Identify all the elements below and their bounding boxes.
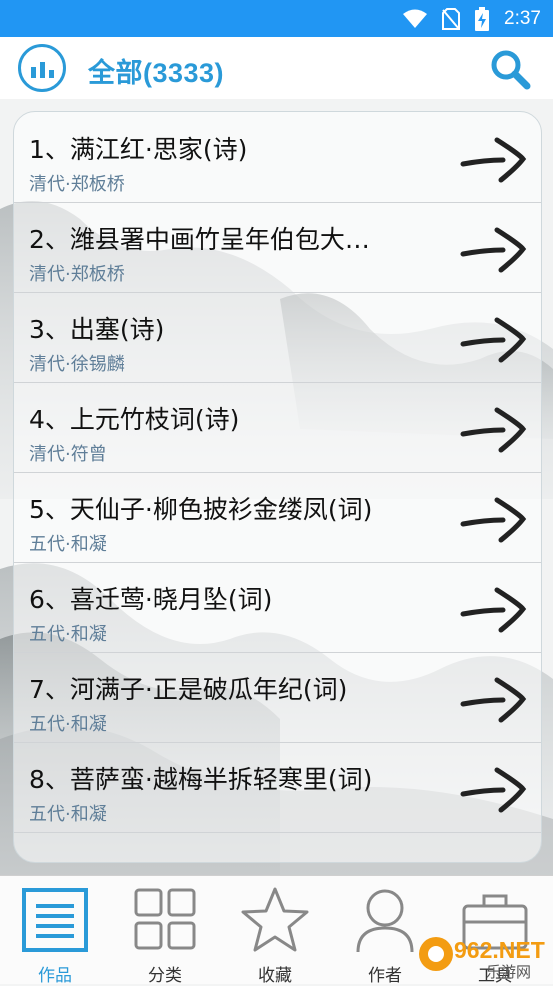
list-item[interactable]: 3、出塞(诗) 清代·徐锡麟 — [14, 292, 541, 383]
watermark-brand: 962.NET — [454, 937, 545, 963]
arrow-right-icon — [460, 767, 527, 813]
poem-author: 清代·郑板桥 — [29, 264, 125, 285]
stats-button[interactable] — [18, 44, 66, 92]
poem-title: 2、潍县署中画竹呈年伯包大… — [29, 225, 370, 254]
wifi-icon — [403, 9, 428, 28]
poem-author: 五代·和凝 — [29, 714, 107, 735]
status-time: 2:37 — [504, 7, 541, 29]
arrow-right-icon — [460, 317, 527, 363]
search-icon[interactable] — [487, 46, 533, 92]
page-title: 全部(3333) — [88, 58, 225, 88]
grid-icon — [134, 888, 196, 950]
arrow-right-icon — [460, 227, 527, 273]
list-item[interactable]: 2、潍县署中画竹呈年伯包大… 清代·郑板桥 — [14, 202, 541, 293]
poem-author: 五代·和凝 — [29, 624, 107, 645]
tab-categories[interactable]: 分类 — [110, 876, 220, 986]
arrow-right-icon — [460, 137, 527, 183]
poem-author: 清代·符曾 — [29, 444, 107, 465]
tab-label: 作品 — [38, 966, 72, 986]
list-item[interactable]: 4、上元竹枝词(诗) 清代·符曾 — [14, 382, 541, 473]
poem-author: 清代·郑板桥 — [29, 174, 125, 195]
app-header: 全部(3333) — [0, 37, 553, 100]
arrow-right-icon — [460, 587, 527, 633]
no-sim-icon — [442, 7, 461, 30]
poem-title: 3、出塞(诗) — [29, 315, 165, 344]
watermark-logo: 962.NET 乐游网 — [419, 937, 545, 980]
person-icon — [356, 889, 414, 953]
bar-chart-icon — [30, 67, 36, 78]
list-icon — [22, 888, 88, 952]
arrow-right-icon — [460, 497, 527, 543]
list-item[interactable]: 8、菩萨蛮·越梅半拆轻寒里(词) 五代·和凝 — [14, 742, 541, 833]
poem-author: 五代·和凝 — [29, 804, 107, 825]
poem-list: 1、满江红·思家(诗) 清代·郑板桥 2、潍县署中画竹呈年伯包大… 清代·郑板桥… — [13, 111, 542, 863]
poem-title: 1、满江红·思家(诗) — [29, 135, 248, 164]
arrow-right-icon — [460, 407, 527, 453]
list-item[interactable]: 5、天仙子·柳色披衫金缕凤(词) 五代·和凝 — [14, 472, 541, 563]
poem-title: 8、菩萨蛮·越梅半拆轻寒里(词) — [29, 765, 373, 794]
poem-author: 清代·徐锡麟 — [29, 354, 125, 375]
arrow-right-icon — [460, 677, 527, 723]
poem-title: 6、喜迁莺·晓月坠(词) — [29, 585, 273, 614]
poem-title: 7、河满子·正是破瓜年纪(词) — [29, 675, 348, 704]
status-bar: 2:37 — [0, 0, 553, 37]
poem-title: 5、天仙子·柳色披衫金缕凤(词) — [29, 495, 373, 524]
watermark-sub: 乐游网 — [486, 963, 531, 980]
list-item[interactable]: 1、满江红·思家(诗) 清代·郑板桥 — [14, 112, 541, 203]
battery-charging-icon — [475, 6, 490, 31]
tab-works[interactable]: 作品 — [0, 876, 110, 986]
star-icon — [241, 887, 309, 952]
list-item[interactable]: 7、河满子·正是破瓜年纪(词) 五代·和凝 — [14, 652, 541, 743]
tab-label: 分类 — [148, 966, 182, 986]
poem-author: 五代·和凝 — [29, 534, 107, 555]
list-item[interactable]: 6、喜迁莺·晓月坠(词) 五代·和凝 — [14, 562, 541, 653]
tab-label: 收藏 — [258, 966, 292, 986]
poem-title: 4、上元竹枝词(诗) — [29, 405, 240, 434]
tab-favorites[interactable]: 收藏 — [220, 876, 330, 986]
